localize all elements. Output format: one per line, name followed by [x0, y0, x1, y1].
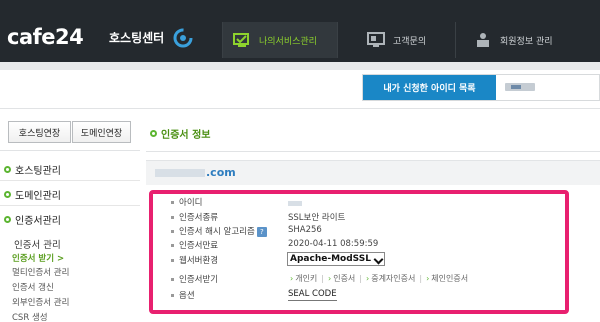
nav-member-info[interactable]: 회원정보 관리	[474, 22, 553, 58]
row-id: 아이디	[171, 196, 287, 208]
domain-name: .com	[206, 166, 236, 179]
service-management-icon	[233, 33, 249, 47]
cert-type-value: SSL보안 라이트	[288, 213, 346, 223]
cert-download-links: › 개인키 | › 인증서 | › 중계자인증서 | › 체인인증서	[290, 273, 469, 284]
sidebar-item-label: 인증서관리	[15, 216, 61, 227]
link-intermediate-cert[interactable]: 중계자인증서	[371, 273, 415, 284]
customer-inquiry-icon	[367, 32, 385, 47]
divider	[0, 108, 600, 109]
sidebar-separator	[0, 180, 140, 181]
row-label: 인증서종류	[179, 213, 219, 223]
sidebar-sub-renew-cert[interactable]: 인증서 갱신	[12, 281, 54, 293]
sidebar-sub-get-cert[interactable]: 인증서 받기 >	[12, 252, 64, 264]
bullet-icon	[4, 166, 11, 173]
hosting-extend-button[interactable]: 호스팅연장	[8, 121, 71, 143]
link-private-key[interactable]: 개인키	[295, 273, 317, 284]
row-expiry: 인증서만료	[171, 239, 287, 251]
sidebar-sub-external-cert[interactable]: 외부인증서 관리	[12, 296, 69, 308]
sidebar-divider	[0, 150, 140, 151]
domain-extend-button[interactable]: 도메인연장	[72, 121, 131, 143]
row-webserver: 웹서버환경	[171, 254, 287, 266]
domain-blurred	[155, 169, 205, 177]
section-divider	[146, 151, 600, 152]
hosting-center-title[interactable]: 호스팅센터	[109, 31, 164, 45]
nav-label: 회원정보 관리	[500, 36, 553, 47]
seal-code-link[interactable]: SEAL CODE	[288, 289, 337, 301]
logo-swirl-icon	[173, 28, 193, 48]
link-certificate[interactable]: 인증서	[333, 273, 355, 284]
id-list-bar[interactable]: 내가 신청한 아이디 목록	[362, 74, 600, 101]
sidebar-item-hosting[interactable]: 호스팅관리	[4, 162, 61, 177]
row-label: 인증서만료	[179, 241, 219, 251]
help-icon[interactable]: ?	[256, 227, 267, 237]
section-title: 인증서 정보	[150, 126, 210, 141]
member-info-icon	[477, 33, 489, 47]
id-list-value-blurred[interactable]	[505, 83, 535, 91]
bullet-icon	[4, 216, 11, 223]
bullet-icon	[4, 191, 11, 198]
row-cert-download: 인증서받기	[171, 273, 287, 285]
cert-management-heading: 인증서 관리	[14, 240, 61, 251]
chevron-down-icon	[373, 254, 384, 265]
cafe24-logo[interactable]: cafe24	[7, 27, 84, 48]
certificate-info-box: 아이디 인증서종류 SSL보안 라이트 인증서 해시 알고리즘? SHA256 …	[149, 190, 569, 314]
sidebar-sub-multi-cert[interactable]: 멀티인증서 관리	[12, 266, 69, 278]
chevron-right-icon: ›	[290, 274, 294, 283]
link-chain-cert[interactable]: 체인인증서	[431, 273, 468, 284]
sidebar-item-domain[interactable]: 도메인관리	[4, 187, 61, 202]
sidebar-separator	[0, 205, 140, 206]
row-label: 웹서버환경	[179, 256, 219, 266]
sidebar-item-label: 호스팅관리	[15, 166, 61, 177]
sidebar-item-label: 도메인관리	[15, 191, 61, 202]
row-cert-type: 인증서종류	[171, 211, 287, 223]
row-label: 인증서받기	[179, 275, 219, 285]
chevron-right-icon: ›	[366, 274, 370, 283]
webserver-selected: Apache-ModSSL	[290, 254, 371, 264]
webserver-select[interactable]: Apache-ModSSL	[287, 252, 385, 266]
nav-label: 고객문의	[393, 36, 427, 47]
section-title-text: 인증서 정보	[161, 130, 211, 141]
expiry-value: 2020-04-11 08:59:59	[288, 239, 379, 249]
sidebar-item-certificate[interactable]: 인증서관리	[4, 212, 61, 227]
row-label: 아이디	[179, 198, 203, 208]
domain-header: .com	[146, 160, 600, 185]
header-strip	[0, 62, 600, 70]
nav-my-services[interactable]: 나의서비스관리	[223, 22, 337, 58]
top-header: cafe24 호스팅센터 나의서비스관리 고객문의 회원정보 관리	[0, 0, 600, 62]
id-list-label: 내가 신청한 아이디 목록	[363, 75, 496, 100]
sidebar-sub-csr[interactable]: CSR 생성	[12, 311, 48, 322]
row-hash-algorithm: 인증서 해시 알고리즘?	[171, 225, 287, 237]
nav-customer-inquiry[interactable]: 고객문의	[367, 22, 426, 58]
bullet-icon	[150, 130, 157, 137]
chevron-right-icon: ›	[328, 274, 332, 283]
row-label: 인증서 해시 알고리즘?	[179, 225, 287, 237]
id-value-blurred	[288, 201, 302, 206]
nav-label: 나의서비스관리	[259, 36, 317, 47]
row-label: 옵션	[179, 291, 195, 301]
chevron-right-icon: ›	[426, 274, 430, 283]
hash-algorithm-value: SHA256	[288, 225, 322, 235]
row-option: 옵션	[171, 289, 287, 301]
